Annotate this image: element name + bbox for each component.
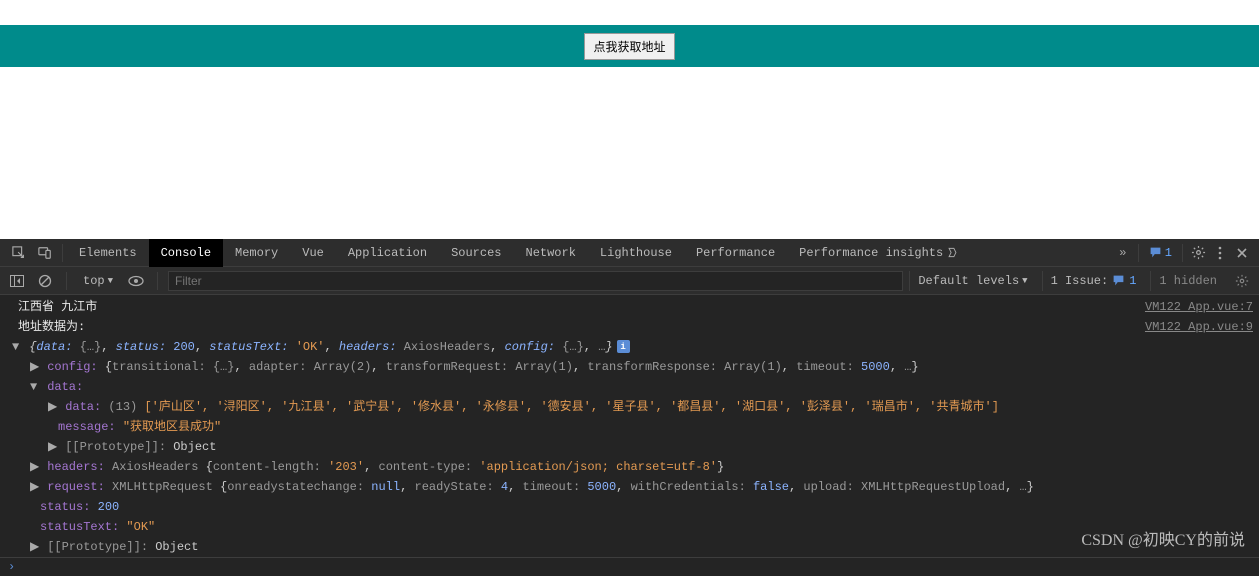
issues-count: 1	[1129, 274, 1136, 288]
inspect-icon[interactable]	[6, 239, 32, 267]
console-output: 江西省 九江市 VM122 App.vue:7 地址数据为: VM122 App…	[0, 295, 1259, 557]
chevron-down-icon: ▼	[108, 276, 113, 286]
devtools-tabs: Elements Console Memory Vue Application …	[0, 239, 1259, 267]
tab-application[interactable]: Application	[336, 239, 439, 267]
console-prompt[interactable]: ›	[0, 557, 1259, 576]
message-icon	[1149, 246, 1162, 259]
kebab-icon[interactable]	[1209, 246, 1231, 260]
tab-vue[interactable]: Vue	[290, 239, 336, 267]
filter-input[interactable]	[168, 271, 903, 291]
source-link[interactable]: VM122 App.vue:7	[1145, 297, 1253, 317]
separator	[1138, 244, 1139, 262]
object-property[interactable]: ▼ data:	[0, 377, 1259, 397]
context-selector[interactable]: top ▼	[77, 274, 119, 288]
object-property[interactable]: ▶ data: (13) ['庐山区', '浔阳区', '九江县', '武宁县'…	[0, 397, 1259, 417]
log-message: 地址数据为: VM122 App.vue:9	[0, 317, 1259, 337]
log-levels-selector[interactable]: Default levels ▼	[909, 271, 1035, 291]
object-summary[interactable]: ▼ {data: {…}, status: 200, statusText: '…	[0, 337, 1259, 357]
expand-toggle-icon[interactable]: ▶	[48, 437, 58, 457]
object-property: status: 200	[0, 497, 1259, 517]
hidden-count[interactable]: 1 hidden	[1150, 271, 1225, 291]
expand-toggle-icon[interactable]: ▶	[48, 397, 58, 417]
levels-label: Default levels	[918, 274, 1019, 288]
tab-memory[interactable]: Memory	[223, 239, 290, 267]
more-tabs-icon[interactable]: »	[1112, 246, 1134, 260]
messages-count: 1	[1165, 246, 1172, 260]
object-property: statusText: "OK"	[0, 517, 1259, 537]
close-icon[interactable]	[1231, 247, 1253, 259]
settings-icon[interactable]	[1187, 245, 1209, 260]
issues-link[interactable]: 1 Issue: 1	[1042, 271, 1145, 291]
tab-network[interactable]: Network	[514, 239, 588, 267]
object-property[interactable]: ▶ [[Prototype]]: Object	[0, 537, 1259, 557]
log-message: 江西省 九江市 VM122 App.vue:7	[0, 297, 1259, 317]
live-expression-icon[interactable]	[125, 270, 147, 292]
tab-label: Performance insights	[799, 246, 943, 260]
messages-badge[interactable]: 1	[1143, 246, 1178, 260]
tab-performance[interactable]: Performance	[684, 239, 787, 267]
context-label: top	[83, 274, 105, 288]
source-link[interactable]: VM122 App.vue:9	[1145, 317, 1253, 337]
expand-toggle-icon[interactable]: ▶	[30, 457, 40, 477]
object-property[interactable]: ▶ request: XMLHttpRequest {onreadystatec…	[0, 477, 1259, 497]
object-property[interactable]: ▶ config: {transitional: {…}, adapter: A…	[0, 357, 1259, 377]
app-header-bar: 点我获取地址	[0, 25, 1259, 67]
issues-label: 1 Issue:	[1051, 274, 1109, 288]
chevron-down-icon: ▼	[1022, 276, 1027, 286]
device-toggle-icon[interactable]	[32, 239, 58, 267]
tab-performance-insights[interactable]: Performance insights	[787, 239, 970, 267]
console-settings-icon[interactable]	[1231, 270, 1253, 292]
log-text: 地址数据为:	[18, 317, 1145, 337]
tab-sources[interactable]: Sources	[439, 239, 513, 267]
sidebar-toggle-icon[interactable]	[6, 270, 28, 292]
message-icon	[1112, 274, 1125, 287]
expand-toggle-icon[interactable]: ▼	[30, 377, 40, 397]
expand-toggle-icon[interactable]: ▼	[12, 337, 22, 357]
console-toolbar: top ▼ Default levels ▼ 1 Issue: 1 1 hidd…	[0, 267, 1259, 295]
separator	[66, 272, 67, 290]
object-property: message: "获取地区县成功"	[0, 417, 1259, 437]
object-property[interactable]: ▶ [[Prototype]]: Object	[0, 437, 1259, 457]
tab-elements[interactable]: Elements	[67, 239, 149, 267]
object-property[interactable]: ▶ headers: AxiosHeaders {content-length:…	[0, 457, 1259, 477]
get-address-button[interactable]: 点我获取地址	[584, 33, 674, 60]
expand-toggle-icon[interactable]: ▶	[30, 357, 40, 377]
devtools-panel: Elements Console Memory Vue Application …	[0, 239, 1259, 576]
separator	[157, 272, 158, 290]
tab-lighthouse[interactable]: Lighthouse	[588, 239, 684, 267]
expand-toggle-icon[interactable]: ▶	[30, 477, 40, 497]
clear-console-icon[interactable]	[34, 270, 56, 292]
log-text: 江西省 九江市	[18, 297, 1145, 317]
tab-console[interactable]: Console	[149, 239, 223, 267]
expand-toggle-icon[interactable]: ▶	[30, 537, 40, 557]
separator	[1182, 244, 1183, 262]
separator	[62, 244, 63, 262]
info-icon[interactable]: i	[617, 340, 630, 353]
